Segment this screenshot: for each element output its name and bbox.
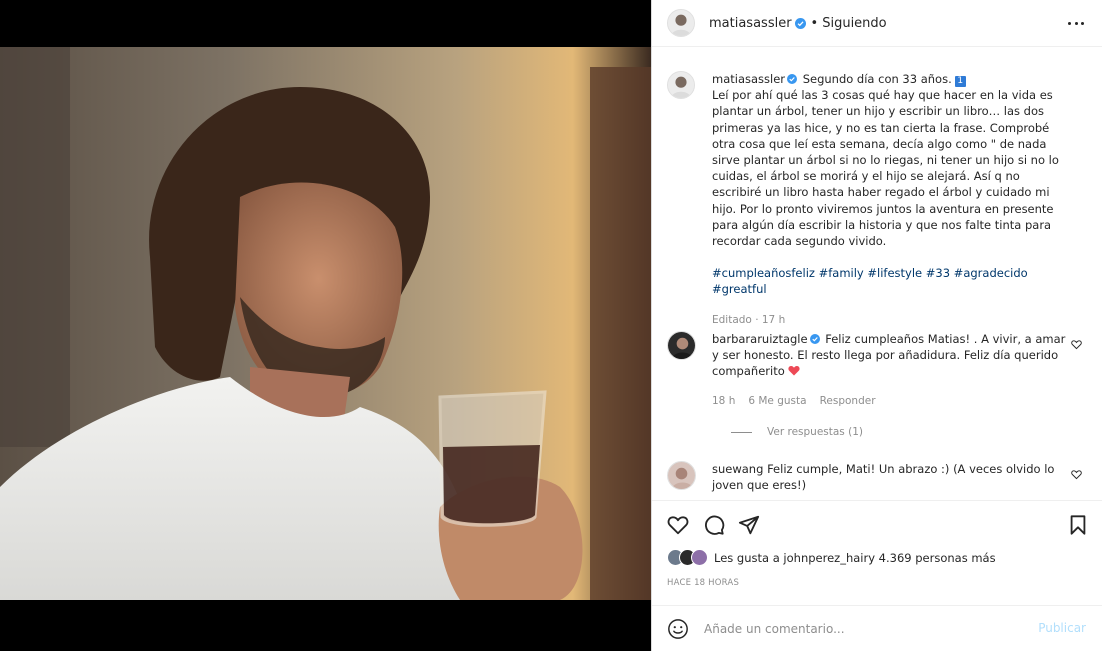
red-heart-emoji-icon <box>788 366 800 376</box>
like-comment-heart-icon[interactable] <box>1071 469 1082 480</box>
liker-avatars <box>667 549 708 566</box>
caption-hashtags[interactable]: #cumpleañosfeliz #family #lifestyle #33 … <box>712 265 1072 297</box>
author-avatar[interactable] <box>667 9 695 37</box>
view-replies-label: Ver respuestas (1) <box>767 426 863 438</box>
paper-plane-icon[interactable] <box>738 514 760 536</box>
comment-text: Feliz cumple, Mati! Un abrazo :) (A vece… <box>712 462 1055 493</box>
more-options-icon[interactable] <box>1068 16 1084 30</box>
caption-body: Leí por ahí qué las 3 cosas qué hay que … <box>712 88 1059 249</box>
comment-input[interactable] <box>702 616 1022 642</box>
comments-list[interactable]: matiasassler Segundo día con 33 años. 1 L… <box>652 48 1102 500</box>
comment-time: 18 h <box>712 395 736 407</box>
caption-avatar[interactable] <box>667 71 695 99</box>
instagram-post-view: matiasassler • Siguiendo matiasassler Se… <box>0 0 1102 651</box>
author-username[interactable]: matiasassler <box>709 16 792 31</box>
caption-text: matiasassler Segundo día con 33 años. 1 L… <box>712 71 1072 328</box>
caption-first-line: Segundo día con 33 años. <box>802 72 952 86</box>
post-timestamp: HACE 18 HORAS <box>667 578 740 588</box>
publish-button[interactable]: Publicar <box>1038 621 1086 635</box>
comment-text-block: suewang Feliz cumple, Mati! Un abrazo :)… <box>712 461 1067 493</box>
header-separator: • <box>810 15 819 31</box>
comment-text-block: barbararuiztagle Feliz cumpleaños Matias… <box>712 331 1067 380</box>
reply-button[interactable]: Responder <box>820 395 876 407</box>
post-header: matiasassler • Siguiendo <box>652 0 1102 47</box>
commenter-avatar[interactable] <box>667 331 696 360</box>
replies-divider <box>731 431 752 433</box>
bookmark-icon[interactable] <box>1067 514 1089 536</box>
like-comment-heart-icon[interactable] <box>1071 339 1082 350</box>
post-actions-bar <box>652 500 1102 550</box>
post-photo <box>0 47 651 600</box>
likes-suffix[interactable]: y 4.369 personas más <box>868 551 995 565</box>
likes-user[interactable]: johnperez_hair <box>783 551 868 565</box>
heart-icon[interactable] <box>667 514 689 536</box>
verified-badge-icon <box>809 334 820 344</box>
comment-likes[interactable]: 6 Me gusta <box>748 395 806 407</box>
caption-meta: Editado · 17 h <box>712 313 786 326</box>
verified-badge-icon <box>794 17 806 29</box>
likes-summary[interactable]: Les gusta a johnperez_hair y 4.369 perso… <box>667 549 996 566</box>
commenter-avatar[interactable] <box>667 461 696 490</box>
comment-icon[interactable] <box>703 514 725 536</box>
liker-avatar <box>691 549 708 566</box>
post-media[interactable] <box>0 0 651 651</box>
likes-prefix: Les gusta a <box>714 550 780 565</box>
add-comment-bar: Publicar <box>652 605 1102 651</box>
verified-badge-icon <box>787 74 798 84</box>
commenter-username[interactable]: suewang <box>712 462 763 476</box>
smiley-icon[interactable] <box>667 618 689 640</box>
post-side-panel: matiasassler • Siguiendo matiasassler Se… <box>651 0 1102 651</box>
caption-username[interactable]: matiasassler <box>712 72 785 86</box>
number-one-emoji: 1 <box>954 76 966 87</box>
comment-meta: 18 h 6 Me gusta Responder <box>712 395 876 407</box>
commenter-username[interactable]: barbararuiztagle <box>712 332 808 346</box>
following-button[interactable]: Siguiendo <box>822 16 886 31</box>
view-replies-button[interactable]: Ver respuestas (1) <box>731 426 863 438</box>
